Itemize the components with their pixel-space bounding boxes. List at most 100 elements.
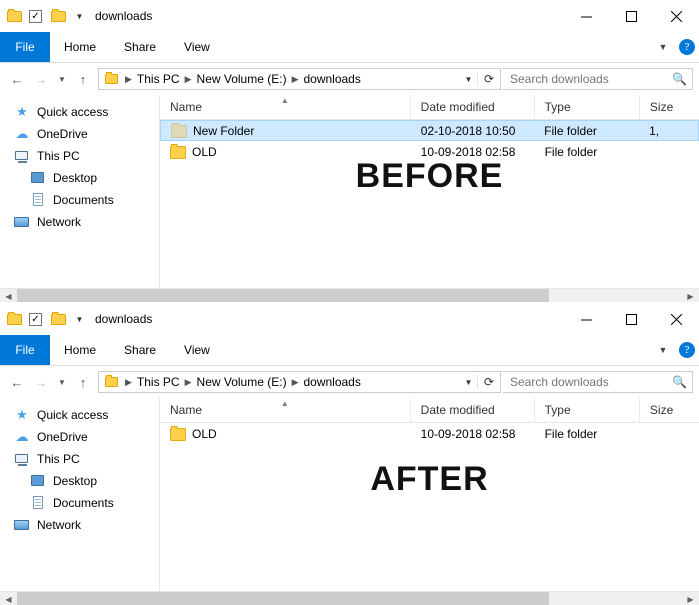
- maximize-button[interactable]: [609, 0, 654, 32]
- sidebar-item-desktop[interactable]: Desktop: [0, 167, 159, 189]
- minimize-button[interactable]: [564, 303, 609, 335]
- sidebar-item-documents[interactable]: Documents: [0, 492, 159, 514]
- column-header-type[interactable]: Type: [535, 95, 640, 119]
- column-header-size[interactable]: Size: [640, 95, 699, 119]
- up-button[interactable]: ↑: [72, 371, 94, 393]
- recent-locations-button[interactable]: ▼: [54, 68, 70, 90]
- close-button[interactable]: [654, 0, 699, 32]
- breadcrumb-item-new-volume[interactable]: New Volume (E:): [197, 72, 287, 86]
- cloud-icon: ☁: [15, 429, 29, 444]
- column-header-type[interactable]: Type: [535, 398, 640, 422]
- search-input[interactable]: Search downloads 🔍: [503, 371, 693, 393]
- sidebar-item-quick-access[interactable]: ★ Quick access: [0, 404, 159, 426]
- column-header-date-modified[interactable]: Date modified: [411, 398, 535, 422]
- refresh-icon[interactable]: ⟳: [477, 72, 500, 86]
- network-icon: [14, 214, 30, 230]
- back-button[interactable]: ←: [6, 68, 28, 90]
- file-name: OLD: [192, 426, 217, 441]
- sidebar-item-label: Quick access: [37, 408, 109, 422]
- search-placeholder: Search downloads: [510, 72, 609, 86]
- tab-share[interactable]: Share: [110, 32, 170, 62]
- scroll-right-arrow-icon[interactable]: ▶: [682, 289, 699, 302]
- properties-checkbox-icon[interactable]: ✓: [28, 311, 45, 328]
- date-modified-cell: 10-09-2018 02:58: [420, 426, 516, 441]
- table-row[interactable]: New Folder 02-10-2018 10:50 File folder …: [160, 120, 699, 141]
- breadcrumb[interactable]: ▶ This PC ▶ New Volume (E:) ▶ downloads …: [98, 68, 501, 90]
- horizontal-scrollbar[interactable]: ◀ ▶: [0, 288, 699, 302]
- sidebar-item-network[interactable]: Network: [0, 211, 159, 233]
- sidebar-item-desktop[interactable]: Desktop: [0, 470, 159, 492]
- address-dropdown-icon[interactable]: ▼: [460, 75, 477, 84]
- annotation-before: BEFORE: [355, 157, 504, 195]
- breadcrumb-item-downloads[interactable]: downloads: [303, 375, 360, 389]
- new-folder-icon[interactable]: [50, 8, 67, 25]
- breadcrumb-item-this-pc[interactable]: This PC: [137, 375, 180, 389]
- chevron-down-icon[interactable]: ▼: [655, 42, 671, 52]
- breadcrumb-item-new-volume[interactable]: New Volume (E:): [197, 375, 287, 389]
- column-header-date-modified[interactable]: Date modified: [411, 95, 535, 119]
- scrollbar-track[interactable]: [17, 592, 682, 605]
- sidebar-item-onedrive[interactable]: ☁ OneDrive: [0, 426, 159, 448]
- sidebar-item-label: This PC: [37, 452, 80, 466]
- chevron-down-icon[interactable]: ▼: [655, 345, 671, 355]
- sidebar-item-quick-access[interactable]: ★ Quick access: [0, 101, 159, 123]
- column-header-size[interactable]: Size: [640, 398, 699, 422]
- horizontal-scrollbar[interactable]: ◀ ▶: [0, 591, 699, 605]
- search-icon[interactable]: 🔍: [672, 72, 687, 86]
- sidebar-item-label: This PC: [37, 149, 80, 163]
- sidebar-item-network[interactable]: Network: [0, 514, 159, 536]
- sidebar-item-this-pc[interactable]: This PC: [0, 448, 159, 470]
- sidebar-item-this-pc[interactable]: This PC: [0, 145, 159, 167]
- sidebar-item-onedrive[interactable]: ☁ OneDrive: [0, 123, 159, 145]
- recent-locations-button[interactable]: ▼: [54, 371, 70, 393]
- file-name: New Folder: [193, 123, 255, 138]
- address-dropdown-icon[interactable]: ▼: [460, 378, 477, 387]
- tab-share[interactable]: Share: [110, 335, 170, 365]
- table-row[interactable]: OLD 10-09-2018 02:58 File folder: [160, 423, 699, 444]
- breadcrumb-chevron-icon: ▶: [125, 376, 132, 387]
- customize-qat-chevron-icon[interactable]: ▼: [72, 8, 87, 25]
- breadcrumb-chevron-icon: ▶: [125, 73, 132, 84]
- close-button[interactable]: [654, 303, 699, 335]
- ribbon-tabs: File Home Share View ▼ ?: [0, 335, 699, 366]
- scroll-left-arrow-icon[interactable]: ◀: [0, 289, 17, 302]
- minimize-button[interactable]: [564, 0, 609, 32]
- refresh-icon[interactable]: ⟳: [477, 375, 500, 389]
- column-header-name[interactable]: ▲ Name: [160, 95, 411, 119]
- tab-home[interactable]: Home: [50, 32, 110, 62]
- sidebar-item-documents[interactable]: Documents: [0, 189, 159, 211]
- scrollbar-track[interactable]: [17, 289, 682, 302]
- column-headers: ▲ Name Date modified Type Size: [160, 95, 699, 120]
- column-header-label: Size: [649, 100, 674, 114]
- breadcrumb-item-downloads[interactable]: downloads: [303, 72, 360, 86]
- tab-file[interactable]: File: [0, 32, 50, 62]
- window-title: downloads: [95, 9, 153, 23]
- search-icon[interactable]: 🔍: [672, 375, 687, 389]
- column-header-name[interactable]: ▲ Name: [160, 398, 411, 422]
- tab-view[interactable]: View: [170, 32, 224, 62]
- back-button[interactable]: ←: [6, 371, 28, 393]
- maximize-button[interactable]: [609, 303, 654, 335]
- scrollbar-thumb[interactable]: [17, 289, 549, 302]
- forward-button[interactable]: →: [30, 371, 52, 393]
- breadcrumb[interactable]: ▶ This PC ▶ New Volume (E:) ▶ downloads …: [98, 371, 501, 393]
- customize-qat-chevron-icon[interactable]: ▼: [72, 311, 87, 328]
- type-cell: File folder: [544, 123, 597, 138]
- date-modified-cell: 02-10-2018 10:50: [420, 123, 516, 138]
- help-icon[interactable]: ?: [679, 39, 695, 55]
- tab-view[interactable]: View: [170, 335, 224, 365]
- scrollbar-thumb[interactable]: [17, 592, 549, 605]
- forward-button[interactable]: →: [30, 68, 52, 90]
- desktop-icon: [30, 170, 46, 186]
- help-icon[interactable]: ?: [679, 342, 695, 358]
- new-folder-icon[interactable]: [50, 311, 67, 328]
- up-button[interactable]: ↑: [72, 68, 94, 90]
- scroll-left-arrow-icon[interactable]: ◀: [0, 592, 17, 605]
- breadcrumb-item-this-pc[interactable]: This PC: [137, 72, 180, 86]
- file-list: ▲ Name Date modified Type Size New Folde…: [160, 95, 699, 288]
- properties-checkbox-icon[interactable]: ✓: [28, 8, 45, 25]
- tab-home[interactable]: Home: [50, 335, 110, 365]
- scroll-right-arrow-icon[interactable]: ▶: [682, 592, 699, 605]
- search-input[interactable]: Search downloads 🔍: [503, 68, 693, 90]
- tab-file[interactable]: File: [0, 335, 50, 365]
